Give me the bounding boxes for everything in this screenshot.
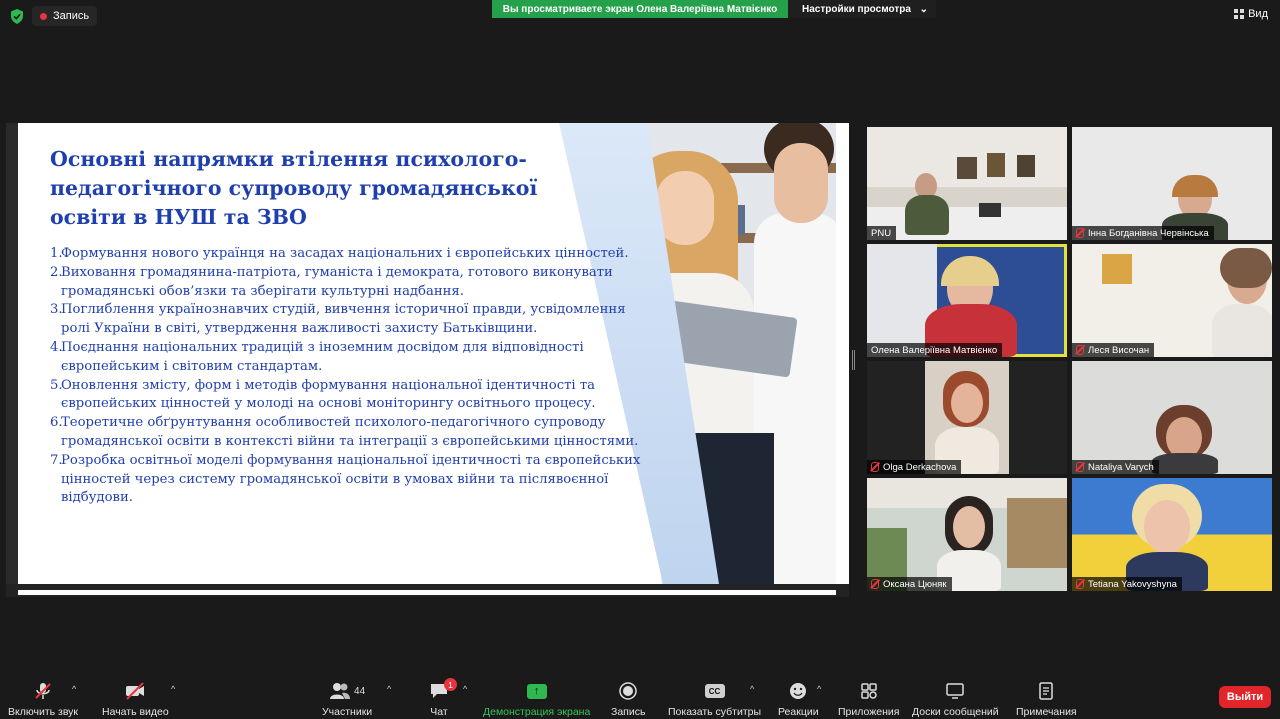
participants-count: 44 — [354, 685, 366, 697]
chat-button[interactable]: 1 Чат — [429, 678, 457, 718]
muted-mic-icon — [1076, 228, 1084, 238]
participant-name: Tetiana Yakovyshyna — [1072, 577, 1182, 591]
participant-name: Інна Богданівна Червінська — [1072, 226, 1214, 240]
shared-screen-edge — [6, 123, 18, 597]
list-item: 2. Виховання громадянина-патріота, гумані… — [50, 264, 613, 299]
recording-label: Запись — [53, 10, 90, 22]
top-bar: Запись Вы просматриваете экран Олена Вал… — [0, 0, 1280, 32]
video-options-chevron-icon[interactable]: ^ — [171, 684, 175, 694]
record-dot-icon — [40, 12, 47, 20]
slide-list: 1. Формування нового українця на засадах … — [50, 245, 650, 508]
list-item: 6. Теоретичне обґрунтування особливостей … — [50, 415, 639, 449]
chevron-down-icon: ⌄ — [919, 3, 928, 15]
participant-name: PNU — [867, 226, 897, 240]
participant-tile[interactable]: Інна Богданівна Червінська — [1072, 127, 1272, 240]
reactions-icon — [789, 680, 807, 702]
notes-button[interactable]: Примечания — [1016, 680, 1077, 718]
slide-title: Основні напрямки втілення психолого-педа… — [50, 147, 538, 229]
view-settings-label: Настройки просмотра — [802, 3, 911, 15]
list-item: 3. Поглиблення українознавчих студій, вив… — [50, 302, 626, 337]
grid-view-icon — [1234, 9, 1245, 19]
meeting-toolbar: Включить звук ^ Начать видео ^ 44 Участн… — [0, 676, 1280, 719]
participant-tile[interactable]: Olga Derkachova — [867, 361, 1067, 474]
participants-button[interactable]: 44 Участники — [322, 680, 372, 718]
security-shield-icon[interactable] — [10, 9, 24, 24]
whiteboards-button[interactable]: Доски сообщений — [912, 680, 999, 718]
video-gallery: PNU Інна Богданівна Червінська Олена Вал… — [867, 127, 1272, 593]
participant-tile-active-speaker[interactable]: Олена Валеріївна Матвієнко — [867, 244, 1067, 357]
video-off-icon — [124, 680, 146, 702]
participants-icon — [330, 683, 351, 699]
chat-unread-badge: 1 — [444, 678, 457, 691]
chat-options-chevron-icon[interactable]: ^ — [463, 684, 467, 694]
participant-name: Olga Derkachova — [867, 460, 962, 474]
muted-mic-icon — [1076, 345, 1084, 355]
recording-indicator[interactable]: Запись — [32, 6, 98, 26]
captions-icon: CC — [704, 684, 725, 698]
participants-options-chevron-icon[interactable]: ^ — [387, 684, 391, 694]
leave-meeting-button[interactable]: Выйти — [1219, 686, 1271, 708]
whiteboard-icon — [945, 680, 965, 702]
slide-next-strip — [18, 590, 836, 595]
unmute-button[interactable]: Включить звук — [8, 680, 78, 718]
share-screen-button[interactable]: ↑ Демонстрация экрана — [483, 680, 590, 718]
reactions-button[interactable]: Реакции — [778, 680, 819, 718]
participant-tile[interactable]: Леся Височан — [1072, 244, 1272, 357]
participant-tile[interactable]: Tetiana Yakovyshyna — [1072, 478, 1272, 591]
list-item: 1. Формування нового українця на засадах … — [50, 246, 629, 261]
view-settings-dropdown[interactable]: Настройки просмотра ⌄ — [788, 0, 936, 18]
apps-button[interactable]: Приложения — [838, 680, 899, 718]
panel-resize-handle[interactable] — [852, 350, 855, 370]
participant-tile[interactable]: Nataliya Varych — [1072, 361, 1272, 474]
muted-mic-icon — [1076, 579, 1084, 589]
screen-share-banner: Вы просматриваете экран Олена Валеріївна… — [492, 0, 788, 18]
participant-name: Олена Валеріївна Матвієнко — [867, 343, 1003, 357]
participant-tile[interactable]: PNU — [867, 127, 1067, 240]
muted-mic-icon — [33, 680, 53, 702]
captions-options-chevron-icon[interactable]: ^ — [750, 684, 754, 694]
list-item: 5. Оновлення змісту, форм і методів форму… — [50, 377, 596, 412]
muted-mic-icon — [871, 579, 879, 589]
view-label: Вид — [1248, 8, 1268, 20]
apps-icon — [860, 680, 878, 702]
muted-mic-icon — [1076, 462, 1084, 472]
view-button[interactable]: Вид — [1234, 8, 1268, 20]
participant-name: Nataliya Varych — [1072, 460, 1159, 474]
share-screen-icon: ↑ — [526, 683, 547, 699]
muted-mic-icon — [871, 462, 879, 472]
list-item: 4. Поєднання національних традицій з іноз… — [50, 339, 584, 374]
participant-tile[interactable]: Оксана Цюняк — [867, 478, 1067, 591]
participant-name: Леся Височан — [1072, 343, 1155, 357]
chat-icon: 1 — [429, 678, 457, 702]
start-video-button[interactable]: Начать видео — [102, 680, 169, 718]
notes-icon — [1038, 680, 1054, 702]
record-button[interactable]: Запись — [611, 680, 645, 718]
reactions-options-chevron-icon[interactable]: ^ — [817, 684, 821, 694]
audio-options-chevron-icon[interactable]: ^ — [72, 684, 76, 694]
record-icon — [619, 680, 637, 702]
captions-button[interactable]: CC Показать субтитры — [668, 680, 761, 718]
participant-name: Оксана Цюняк — [867, 577, 952, 591]
list-item: 7. Розробка освітньої моделі формування н… — [50, 452, 641, 506]
shared-screen[interactable]: Основні напрямки втілення психолого-педа… — [6, 123, 849, 597]
